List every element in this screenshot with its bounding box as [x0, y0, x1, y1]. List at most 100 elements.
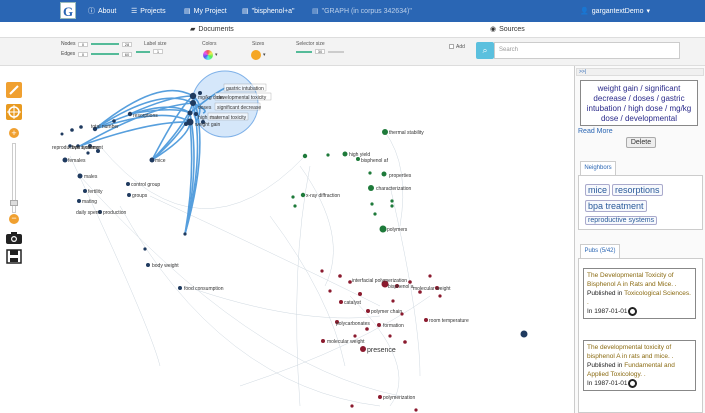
nav-corpus[interactable]: ▤ "bisphenol+a" — [242, 5, 295, 17]
node-resorptions[interactable] — [127, 111, 133, 117]
tab-neighbors[interactable]: Neighbors — [580, 161, 616, 175]
label-size-slider[interactable]: 1 — [136, 49, 163, 54]
save-button[interactable] — [6, 249, 22, 264]
node-control-group[interactable] — [126, 182, 130, 186]
neighbor-chip[interactable]: mice — [585, 184, 611, 196]
nav-graph[interactable]: ▤ "GRAPH (in corpus 342634)" — [312, 5, 412, 17]
node-isolated[interactable] — [520, 330, 528, 338]
sizes-label: Sizes — [252, 41, 265, 47]
edges-slider[interactable] — [91, 53, 119, 55]
nav-about[interactable]: ⓘ About — [88, 5, 116, 17]
search-button[interactable]: ⌕ — [476, 42, 494, 59]
node-body-weight[interactable] — [146, 263, 150, 267]
zoom-in-button[interactable]: + — [9, 128, 19, 138]
node-polymer-chain[interactable] — [366, 309, 370, 313]
nav-projects[interactable]: ☰ Projects — [131, 5, 166, 17]
magnifier-icon[interactable] — [628, 379, 638, 388]
green-cluster[interactable] — [291, 129, 394, 233]
minus-icon: − — [11, 213, 17, 223]
node-catalyst[interactable] — [339, 300, 343, 304]
node-room-temperature[interactable] — [424, 318, 428, 322]
neighbor-chip[interactable]: reproductive systems — [585, 216, 658, 225]
neighbor-chip[interactable]: bpa treatment — [585, 200, 647, 212]
node-developmental-toxicity[interactable] — [190, 100, 196, 106]
node-mating[interactable] — [77, 199, 81, 203]
view-tabs: ▰ Documents ◉ Sources — [0, 22, 705, 38]
globe-icon: ◉ — [490, 26, 497, 33]
red-labels: interfacial polymerization catalyst mole… — [327, 278, 469, 401]
publication-card[interactable]: The developmental toxicity of bisphenol … — [583, 340, 696, 392]
caret-down-icon[interactable]: ▾ — [263, 52, 266, 58]
pencil-icon — [9, 85, 19, 95]
label-developmental-toxicity: developmental toxicity — [217, 95, 267, 101]
node-polymerization[interactable] — [378, 395, 382, 399]
tab-pubs[interactable]: Pubs (5/42) — [580, 244, 620, 258]
sizes-picker-icon[interactable] — [251, 50, 261, 60]
label-catalyst: catalyst — [344, 300, 362, 306]
caret-down-icon[interactable]: ▾ — [215, 52, 218, 58]
target-tool-button[interactable] — [6, 104, 22, 120]
gargantext-logo[interactable]: G — [60, 2, 76, 19]
label-body-weight: body weight — [152, 263, 179, 269]
publication-card[interactable]: The Developmental Toxicity of Bisphenol … — [583, 268, 696, 320]
edges-filter[interactable]: Edges 0 60 — [61, 51, 132, 57]
graph-svg[interactable]: gastric intubation developmental toxicit… — [0, 66, 572, 413]
label-mating: mating — [82, 199, 97, 205]
camera-icon — [6, 232, 22, 244]
node-thermal-stability[interactable] — [382, 129, 388, 135]
magnifier-icon[interactable] — [628, 307, 638, 316]
node-food-consumption[interactable] — [178, 286, 182, 290]
node-males[interactable] — [77, 173, 83, 179]
user-menu[interactable]: 👤 gargantextDemo ▾ — [580, 5, 650, 17]
colors-picker-icon[interactable] — [203, 50, 213, 60]
node-presence[interactable] — [360, 346, 366, 352]
neighbor-chip[interactable]: resorptions — [612, 184, 663, 196]
node-mice[interactable] — [149, 157, 155, 163]
file-icon: ▤ — [312, 8, 319, 15]
node-properties[interactable] — [381, 171, 387, 177]
file-icon: ▤ — [242, 8, 249, 15]
selection-terms: weight gain / significant decrease / dos… — [580, 80, 698, 126]
label-bpa-treatment: bpa treatment — [72, 145, 103, 151]
zoom-slider-handle[interactable] — [10, 200, 18, 206]
node-mg-kg-dose[interactable] — [187, 110, 193, 116]
nodes-filter[interactable]: Nodes 0 28 — [61, 41, 132, 47]
node-groups[interactable] — [127, 193, 131, 197]
label-polymerization: polymerization — [383, 395, 415, 401]
tab-documents[interactable]: ▰ Documents — [190, 25, 234, 34]
node-x-ray-diffraction[interactable] — [300, 192, 306, 198]
node-high-yield[interactable] — [342, 151, 348, 157]
nav-my-project[interactable]: ▤ My Project — [184, 5, 227, 17]
node-polymers[interactable] — [379, 225, 387, 233]
label-control-group: control group — [131, 182, 160, 188]
label-molecular-weight-right: molecular weight — [413, 286, 451, 292]
zoom-out-button[interactable]: − — [9, 214, 19, 224]
delete-button[interactable]: Delete — [626, 137, 656, 148]
read-more-link[interactable]: Read More — [578, 128, 613, 135]
search-input[interactable]: Search — [494, 42, 680, 59]
label-room-temperature: room temperature — [429, 318, 469, 324]
node-females[interactable] — [62, 157, 68, 163]
node-characterization[interactable] — [368, 185, 374, 191]
nodes-slider[interactable] — [91, 43, 119, 45]
publication-title[interactable]: The developmental toxicity of bisphenol … — [587, 343, 692, 361]
graph-canvas[interactable]: gastric intubation developmental toxicit… — [0, 66, 572, 413]
tab-sources[interactable]: ◉ Sources — [490, 25, 525, 34]
node-fertility[interactable] — [83, 189, 87, 193]
label-mg-kg-dose: mg/kg dose — [198, 95, 224, 101]
collapse-panel-button[interactable]: >>| — [576, 68, 704, 76]
label-males: males — [84, 174, 98, 180]
publication-title[interactable]: The Developmental Toxicity of Bisphenol … — [587, 271, 692, 289]
node-formation[interactable] — [377, 323, 381, 327]
selector-size-slider[interactable]: 30 — [296, 49, 344, 54]
edit-tool-button[interactable] — [6, 82, 22, 98]
add-checkbox[interactable]: Add — [449, 44, 465, 50]
zoom-slider[interactable] — [10, 143, 18, 213]
label-mice: mice — [155, 158, 166, 164]
node-molecular-weight[interactable] — [321, 339, 325, 343]
node-gastric-intubation[interactable] — [189, 92, 197, 100]
label-size-label: Label size — [144, 41, 167, 47]
label-total-number: total number — [91, 124, 119, 130]
screenshot-button[interactable] — [5, 231, 23, 245]
search-icon: ⌕ — [482, 45, 488, 55]
